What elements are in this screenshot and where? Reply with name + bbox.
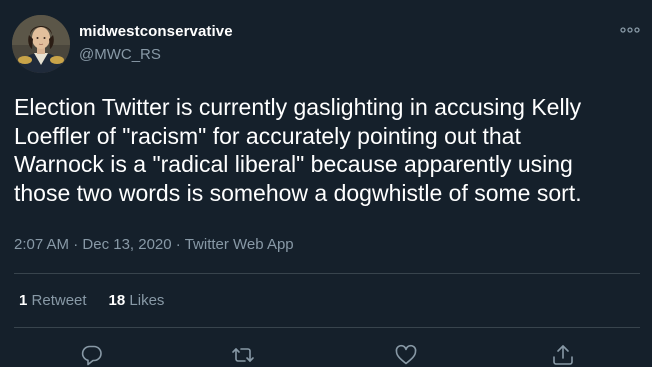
author-display-name[interactable]: midwestconservative: [79, 23, 233, 40]
tweet-date[interactable]: Dec 13, 2020: [82, 236, 171, 253]
tweet-card: midwestconservative @MWC_RS Election Twi…: [0, 0, 652, 367]
author-handle[interactable]: @MWC_RS: [79, 46, 161, 63]
meta-separator: ·: [171, 236, 185, 253]
portrait-avatar-icon: [12, 15, 70, 73]
retweet-icon[interactable]: [231, 343, 255, 367]
retweet-count: 1: [19, 292, 28, 309]
likes-label: Likes: [129, 292, 165, 309]
reply-icon[interactable]: [80, 343, 104, 367]
author-avatar[interactable]: [12, 15, 70, 73]
likes-stat[interactable]: 18 Likes: [109, 292, 165, 309]
like-icon[interactable]: [394, 343, 418, 367]
tweet-stats: 1 Retweet 18 Likes: [19, 292, 164, 309]
tweet-text: Election Twitter is currently gaslightin…: [14, 94, 582, 206]
retweet-stat[interactable]: 1 Retweet: [19, 292, 87, 309]
tweet-meta: 2:07 AM · Dec 13, 2020 · Twitter Web App: [14, 236, 294, 253]
tweet-time[interactable]: 2:07 AM: [14, 236, 69, 253]
share-icon[interactable]: [551, 343, 575, 367]
divider: [14, 327, 640, 328]
more-options-icon[interactable]: [619, 22, 641, 38]
meta-separator: ·: [69, 236, 83, 253]
retweet-label: Retweet: [31, 292, 87, 309]
tweet-source[interactable]: Twitter Web App: [185, 236, 294, 253]
likes-count: 18: [108, 292, 126, 309]
divider: [14, 273, 640, 274]
